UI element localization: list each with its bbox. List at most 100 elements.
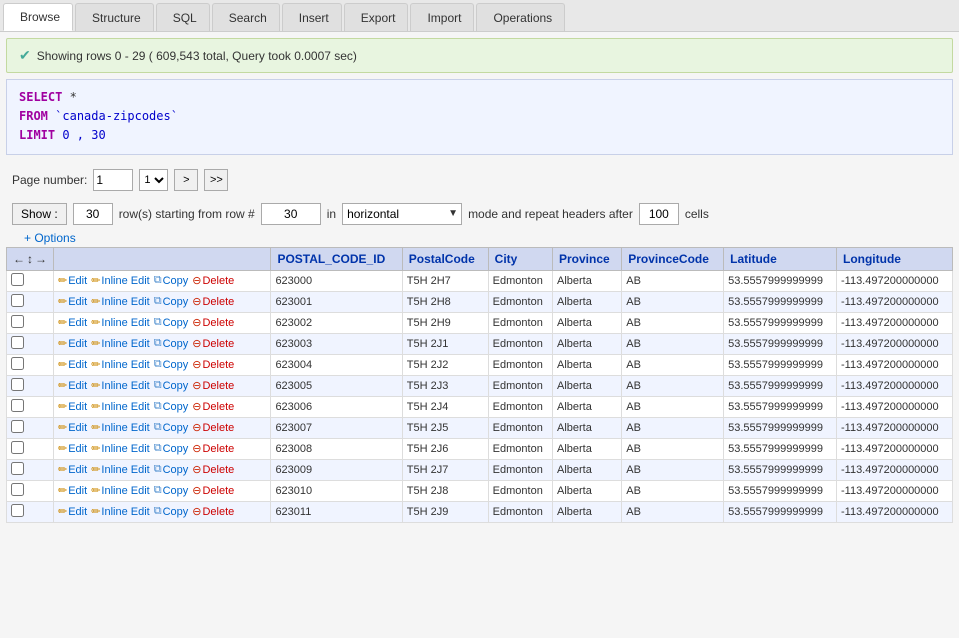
inline-edit-link[interactable]: Inline Edit xyxy=(101,380,149,392)
delete-link[interactable]: Delete xyxy=(202,317,234,329)
inline-edit-link[interactable]: Inline Edit xyxy=(101,443,149,455)
delete-link[interactable]: Delete xyxy=(202,380,234,392)
inline-edit-link[interactable]: Inline Edit xyxy=(101,464,149,476)
show-button[interactable]: Show : xyxy=(12,203,67,225)
inline-edit-link[interactable]: Inline Edit xyxy=(101,485,149,497)
edit-link[interactable]: Edit xyxy=(68,464,87,476)
row-checkbox[interactable] xyxy=(11,504,24,517)
rows-start-input[interactable] xyxy=(261,203,321,225)
cell-province-code: AB xyxy=(622,417,724,438)
edit-link[interactable]: Edit xyxy=(68,485,87,497)
copy-link[interactable]: Copy xyxy=(163,422,189,434)
delete-link[interactable]: Delete xyxy=(202,422,234,434)
last-page-button[interactable]: >> xyxy=(204,169,228,191)
cell-latitude: 53.5557999999999 xyxy=(724,438,837,459)
edit-link[interactable]: Edit xyxy=(68,359,87,371)
sort-province-link[interactable]: Province xyxy=(559,252,610,266)
tab-search[interactable]: Search xyxy=(212,3,280,31)
edit-link[interactable]: Edit xyxy=(68,338,87,350)
tab-export[interactable]: Export xyxy=(344,3,409,31)
copy-icon: ⧉ xyxy=(154,421,162,434)
row-checkbox[interactable] xyxy=(11,462,24,475)
copy-link[interactable]: Copy xyxy=(163,317,189,329)
inline-edit-link[interactable]: Inline Edit xyxy=(101,338,149,350)
delete-link[interactable]: Delete xyxy=(202,338,234,350)
cell-province: Alberta xyxy=(552,459,621,480)
row-checkbox[interactable] xyxy=(11,483,24,496)
inline-edit-link[interactable]: Inline Edit xyxy=(101,275,149,287)
tab-operations[interactable]: Operations xyxy=(476,3,565,31)
tab-insert[interactable]: Insert xyxy=(282,3,342,31)
inline-edit-pencil-icon: ✏ xyxy=(91,421,100,434)
options-link[interactable]: + Options xyxy=(12,227,88,249)
delete-link[interactable]: Delete xyxy=(202,485,234,497)
row-checkbox[interactable] xyxy=(11,294,24,307)
tab-bar: BrowseStructureSQLSearchInsertExportImpo… xyxy=(0,0,959,32)
mode-select[interactable]: horizontal vertical horizontalflipped xyxy=(342,203,462,225)
row-checkbox[interactable] xyxy=(11,336,24,349)
sort-province-code-link[interactable]: ProvinceCode xyxy=(628,252,709,266)
row-checkbox[interactable] xyxy=(11,273,24,286)
cell-longitude: -113.497200000000 xyxy=(836,333,952,354)
next-page-button[interactable]: > xyxy=(174,169,198,191)
tab-structure[interactable]: Structure xyxy=(75,3,154,31)
copy-link[interactable]: Copy xyxy=(163,296,189,308)
inline-edit-link[interactable]: Inline Edit xyxy=(101,359,149,371)
copy-link[interactable]: Copy xyxy=(163,485,189,497)
copy-link[interactable]: Copy xyxy=(163,275,189,287)
edit-link[interactable]: Edit xyxy=(68,422,87,434)
delete-link[interactable]: Delete xyxy=(202,506,234,518)
sort-postal-code-link[interactable]: PostalCode xyxy=(409,252,475,266)
edit-pencil-icon: ✏ xyxy=(58,400,67,413)
delete-link[interactable]: Delete xyxy=(202,275,234,287)
sort-longitude-link[interactable]: Longitude xyxy=(843,252,901,266)
inline-edit-link[interactable]: Inline Edit xyxy=(101,296,149,308)
inline-edit-link[interactable]: Inline Edit xyxy=(101,401,149,413)
delete-link[interactable]: Delete xyxy=(202,296,234,308)
copy-link[interactable]: Copy xyxy=(163,359,189,371)
page-number-input[interactable] xyxy=(93,169,133,191)
edit-link[interactable]: Edit xyxy=(68,443,87,455)
cell-latitude: 53.5557999999999 xyxy=(724,417,837,438)
inline-edit-link[interactable]: Inline Edit xyxy=(101,317,149,329)
delete-link[interactable]: Delete xyxy=(202,401,234,413)
page-select[interactable]: 1 xyxy=(139,169,168,191)
delete-link[interactable]: Delete xyxy=(202,464,234,476)
col-header-postal-code: PostalCode xyxy=(402,247,488,270)
copy-link[interactable]: Copy xyxy=(163,401,189,413)
delete-link[interactable]: Delete xyxy=(202,443,234,455)
row-checkbox[interactable] xyxy=(11,378,24,391)
row-checkbox[interactable] xyxy=(11,420,24,433)
edit-link[interactable]: Edit xyxy=(68,401,87,413)
tab-import[interactable]: Import xyxy=(410,3,474,31)
edit-link[interactable]: Edit xyxy=(68,296,87,308)
tab-browse[interactable]: Browse xyxy=(3,3,73,31)
cell-city: Edmonton xyxy=(488,333,552,354)
headers-repeat-input[interactable] xyxy=(639,203,679,225)
sort-postal-code-id-link[interactable]: POSTAL_CODE_ID xyxy=(277,252,385,266)
tab-sql[interactable]: SQL xyxy=(156,3,210,31)
pagination-area: Page number: 1 > >> xyxy=(0,161,959,199)
row-checkbox[interactable] xyxy=(11,441,24,454)
cell-postal-code-id: 623003 xyxy=(271,333,402,354)
copy-link[interactable]: Copy xyxy=(163,338,189,350)
row-actions-cell: ✏ Edit ✏ Inline Edit ⧉ Copy ⊖ Delete xyxy=(54,333,271,354)
inline-edit-link[interactable]: Inline Edit xyxy=(101,422,149,434)
sort-latitude-link[interactable]: Latitude xyxy=(730,252,777,266)
copy-link[interactable]: Copy xyxy=(163,506,189,518)
copy-link[interactable]: Copy xyxy=(163,464,189,476)
edit-link[interactable]: Edit xyxy=(68,380,87,392)
row-checkbox[interactable] xyxy=(11,399,24,412)
inline-edit-link[interactable]: Inline Edit xyxy=(101,506,149,518)
copy-link[interactable]: Copy xyxy=(163,443,189,455)
edit-link[interactable]: Edit xyxy=(68,317,87,329)
sort-city-link[interactable]: City xyxy=(495,252,518,266)
row-checkbox[interactable] xyxy=(11,315,24,328)
row-checkbox[interactable] xyxy=(11,357,24,370)
copy-link[interactable]: Copy xyxy=(163,380,189,392)
edit-link[interactable]: Edit xyxy=(68,506,87,518)
delete-link[interactable]: Delete xyxy=(202,359,234,371)
data-table: ← ↕ → POSTAL_CODE_ID PostalCode City Pro… xyxy=(6,247,953,523)
edit-link[interactable]: Edit xyxy=(68,275,87,287)
rows-count-input[interactable] xyxy=(73,203,113,225)
